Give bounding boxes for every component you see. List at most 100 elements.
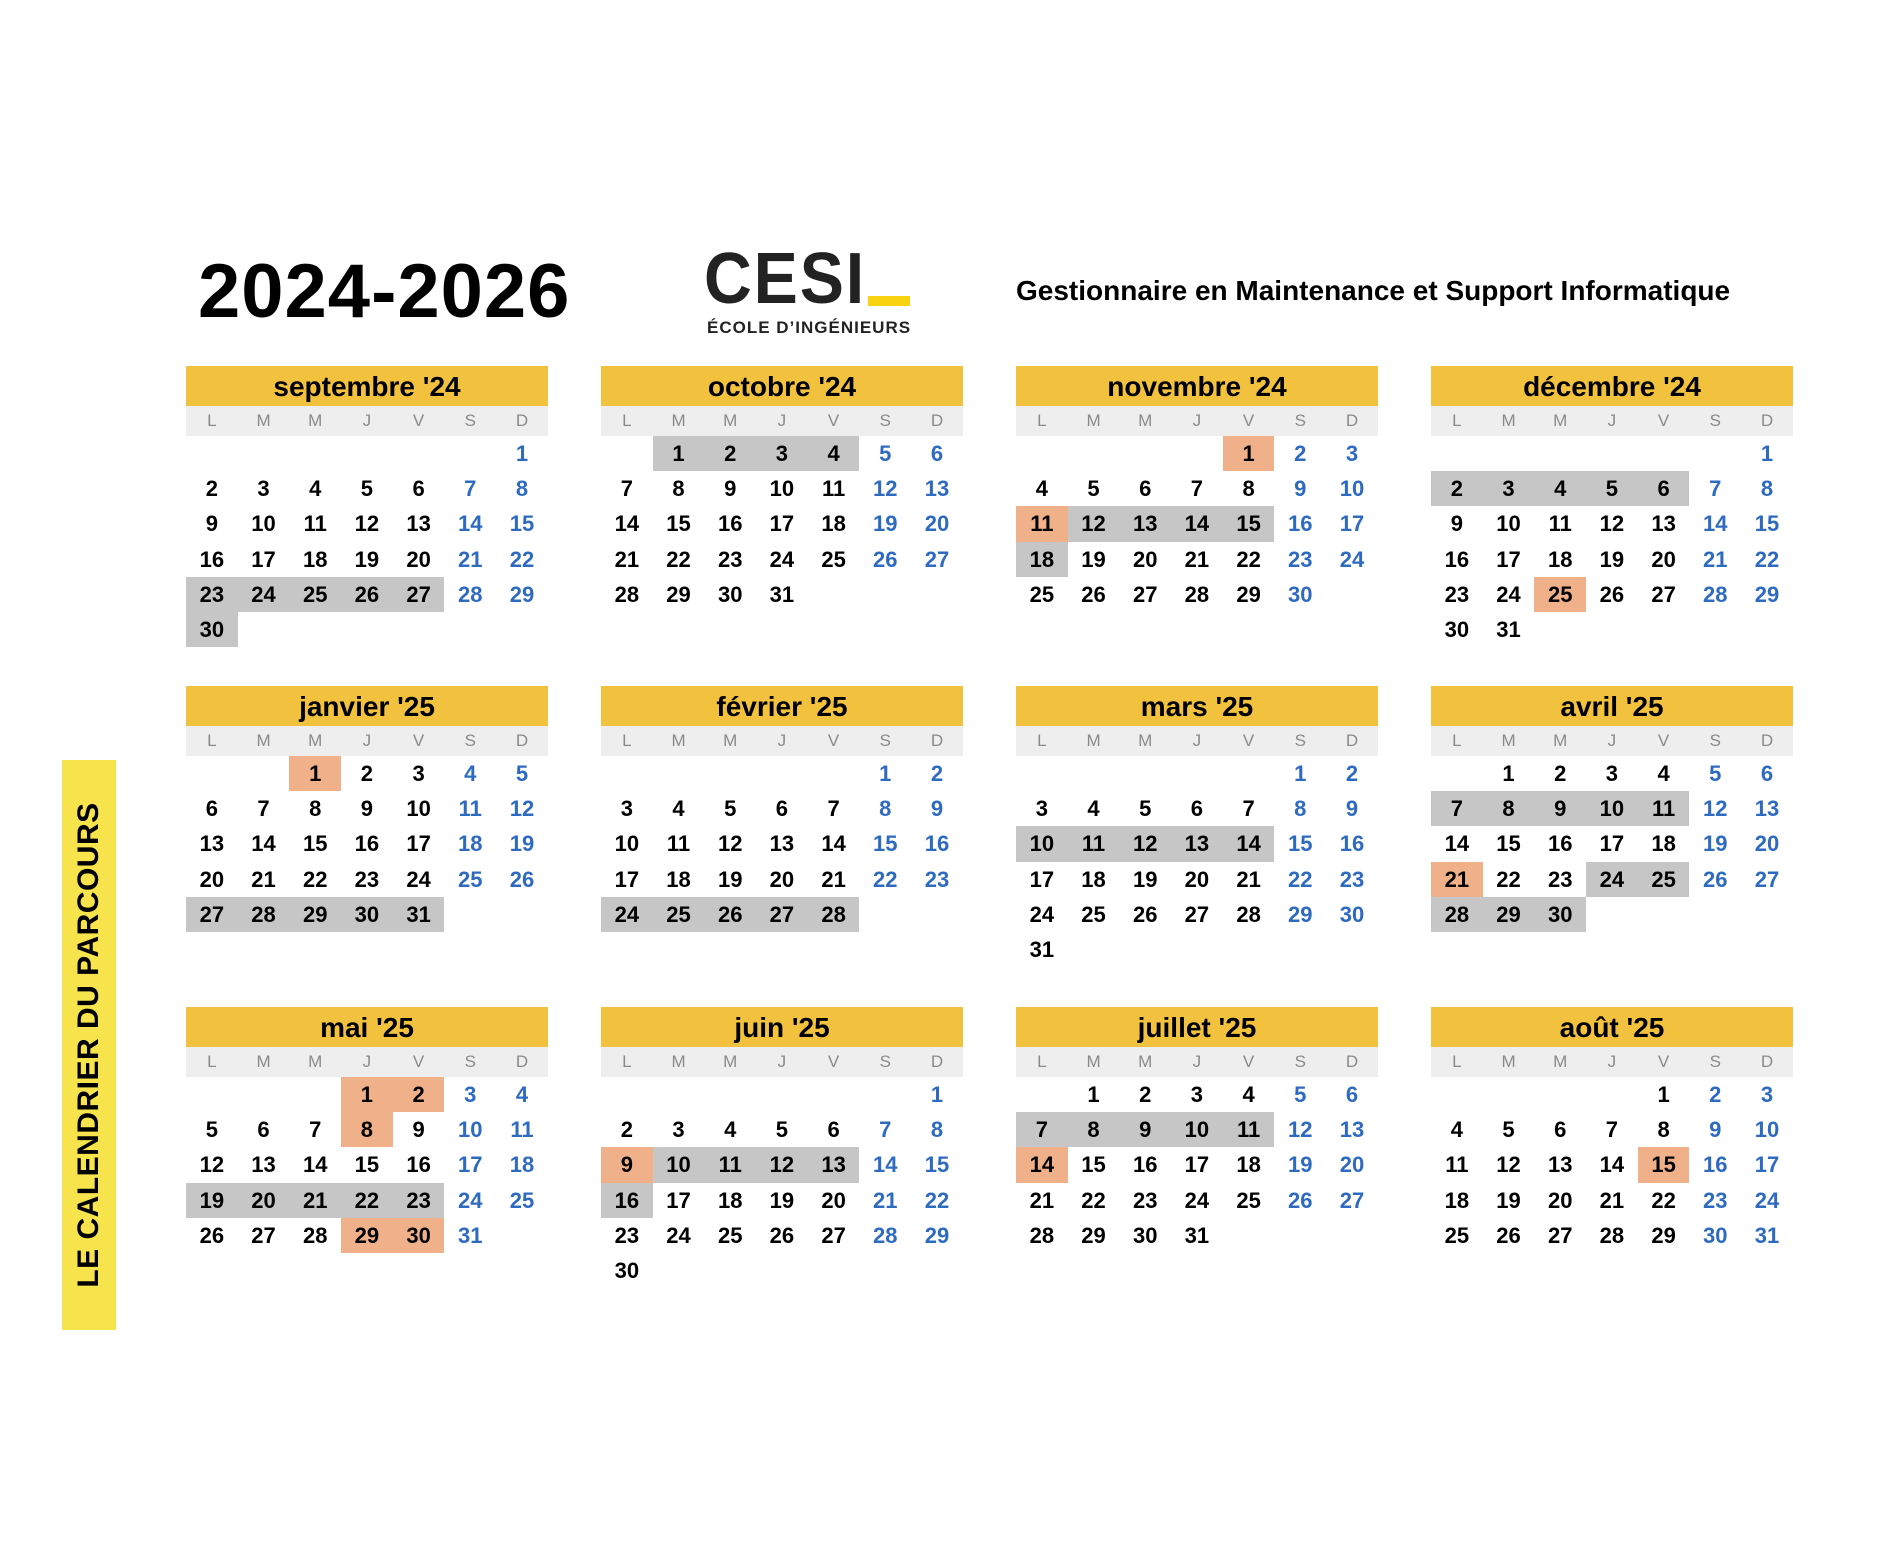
day-cell: 23 (1288, 546, 1313, 572)
day-cell: 15 (354, 1152, 380, 1178)
day-cell: 6 (1554, 1117, 1567, 1143)
day-cell: 26 (1496, 1222, 1521, 1248)
day-cell: 2 (704, 436, 757, 472)
weekday-label: S (1709, 1052, 1721, 1071)
weekday-label: S (1294, 1052, 1306, 1071)
month-header: août '25 (1431, 1007, 1793, 1047)
weekday-row: LMMJVSD (1016, 406, 1378, 436)
day-cell: 26 (199, 1222, 225, 1248)
month-calendar: mai '25 L M M J V S D 1 2 3 4 5 6 7 8 9 10 11 12 13 14 15 16 17 1… (186, 1007, 548, 1253)
weekday-label: M (1553, 1052, 1568, 1071)
day-cell: 21 (1599, 1187, 1625, 1213)
empty-cell (756, 756, 808, 791)
day-cell: 26 (1132, 901, 1158, 927)
day-cell: 22 (341, 1182, 393, 1218)
weekday-label: S (1294, 731, 1306, 750)
weekday-label: D (515, 411, 529, 430)
day-cell: 24 (1586, 861, 1638, 897)
day-cell: 7 (1431, 791, 1483, 827)
day-cell: 2 (360, 761, 374, 786)
days-grid: 1 2 3 4 5 6 7 8 9 10 11 12 13 14 15 16 17 18 19 20 21 22 23 24 2… (1016, 756, 1378, 967)
day-cell: 2 (1554, 761, 1567, 786)
day-cell: 14 (1703, 511, 1728, 537)
day-cell: 8 (341, 1112, 393, 1148)
empty-cell (1534, 1077, 1586, 1112)
weekday-label: L (622, 1052, 632, 1071)
day-cell: 23 (1547, 866, 1573, 892)
weekday-label: M (308, 731, 323, 750)
day-cell: 21 (458, 546, 483, 572)
day-cell: 8 (1482, 791, 1535, 827)
weekday-label: V (412, 1052, 425, 1071)
day-cell: 3 (1190, 1082, 1204, 1107)
empty-cell (1068, 436, 1120, 471)
day-cell: 12 (717, 831, 743, 857)
day-cell: 26 (873, 546, 898, 572)
day-cell: 29 (341, 1217, 393, 1253)
day-cell: 9 (1450, 511, 1463, 537)
day-cell: 16 (1339, 831, 1365, 857)
day-cell: 2 (1431, 471, 1483, 507)
day-cell: 28 (237, 896, 290, 932)
day-cell: 1 (341, 1077, 393, 1113)
day-cell: 2 (1294, 441, 1307, 466)
month-calendar: mars '25 L M M J V S D 1 2 3 4 5 6 7 8 9 10 11 12 13 14 15 16 17… (1016, 686, 1378, 967)
day-cell: 15 (1754, 511, 1780, 537)
day-cell: 22 (1288, 866, 1313, 892)
day-cell: 4 (1534, 471, 1587, 507)
logo-accent-bar (868, 296, 910, 306)
day-cell: 4 (807, 436, 860, 472)
weekday-label: J (362, 411, 372, 430)
day-cell: 1 (652, 436, 705, 472)
day-cell: 3 (1760, 1082, 1774, 1107)
day-cell: 19 (1132, 866, 1158, 892)
day-cell: 18 (821, 511, 846, 537)
weekday-label: J (362, 1052, 372, 1071)
page-title: 2024-2026 (198, 249, 571, 334)
day-cell: 19 (873, 511, 898, 537)
day-cell: 26 (341, 576, 393, 612)
day-cell: 14 (821, 831, 846, 857)
month-calendar: février '25 L M M J V S D 1 2 3 4 5 6 7 8 9 10 11 12 13 14 15 1… (601, 686, 963, 932)
day-cell: 9 (1709, 1117, 1722, 1143)
day-cell: 4 (1035, 476, 1048, 502)
day-cell: 22 (1496, 866, 1521, 892)
day-cell: 27 (1651, 581, 1676, 607)
day-cell: 6 (205, 796, 218, 822)
day-cell: 10 (1586, 791, 1638, 827)
day-cell: 11 (1016, 506, 1068, 542)
day-cell: 12 (1288, 1117, 1313, 1143)
day-cell: 19 (354, 546, 380, 572)
day-cell: 9 (930, 796, 944, 822)
weekday-label: L (1452, 1052, 1462, 1071)
day-cell: 4 (672, 796, 685, 822)
day-cell: 29 (1754, 581, 1780, 607)
day-cell: 31 (769, 581, 795, 607)
month-calendar: septembre '24 L M M J V S D 1 2 3 4 5 6 7 8 9 10 11 12 13 14 1… (186, 366, 548, 648)
day-cell: 24 (1754, 1187, 1780, 1213)
empty-cell (238, 436, 290, 471)
weekday-label: M (256, 1052, 271, 1071)
logo-wordmark: CESI (704, 239, 866, 319)
day-cell: 29 (666, 581, 691, 607)
day-cell: 7 (257, 796, 270, 822)
day-cell: 15 (1081, 1152, 1106, 1178)
day-cell: 14 (1599, 1152, 1625, 1178)
month-header: janvier '25 (186, 686, 548, 726)
day-cell: 8 (309, 796, 322, 822)
day-cell: 4 (1087, 796, 1100, 822)
day-cell: 3 (464, 1082, 477, 1107)
day-cell: 22 (873, 866, 898, 892)
empty-cell (1119, 436, 1171, 471)
day-cell: 22 (509, 546, 535, 572)
day-cell: 30 (1132, 1222, 1158, 1248)
day-cell: 12 (1067, 506, 1120, 542)
day-cell: 29 (1482, 896, 1535, 932)
day-cell: 1 (879, 761, 892, 786)
day-cell: 23 (186, 576, 238, 612)
day-cell: 18 (717, 1187, 743, 1213)
weekday-label: V (1657, 731, 1670, 750)
day-cell: 14 (1016, 1147, 1068, 1183)
day-cell: 12 (756, 1147, 808, 1183)
month-calendar: octobre '24 L M M J V S D 1 2 3 4 5 6 7 8 9 10 11 12 13 14 15 1… (601, 366, 963, 612)
